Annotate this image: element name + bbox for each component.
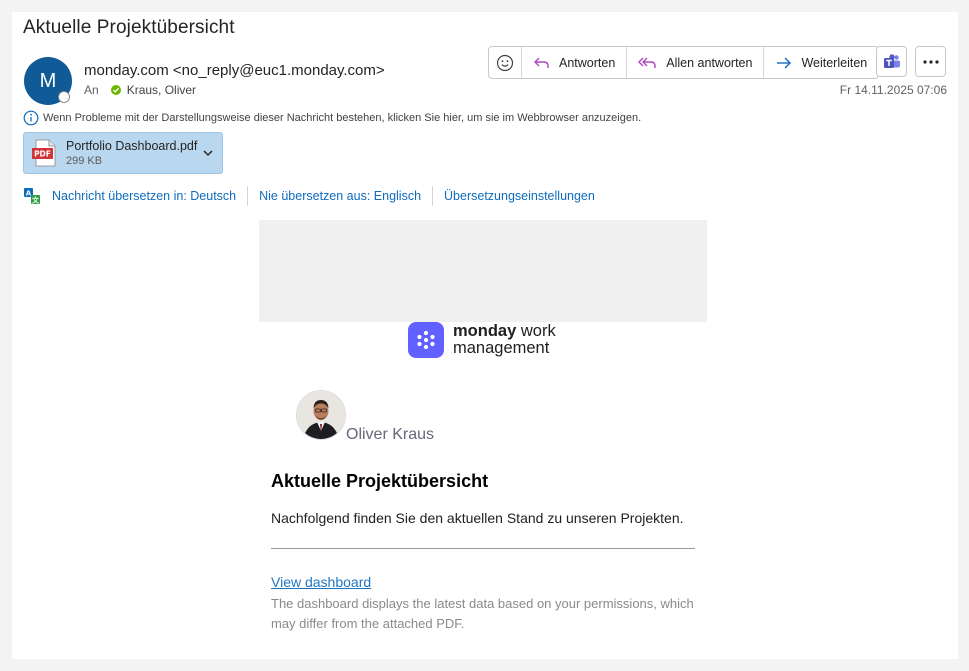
- message-actions-toolbar: Antworten Allen antworten Weiterleiten: [488, 46, 880, 79]
- sender-address[interactable]: monday.com <no_reply@euc1.monday.com>: [84, 62, 385, 79]
- chevron-down-icon[interactable]: [202, 148, 214, 158]
- attachment-name: Portfolio Dashboard.pdf: [66, 139, 198, 153]
- brand-word: work: [520, 322, 556, 340]
- more-actions-button[interactable]: [915, 46, 946, 77]
- forward-arrow-icon: [777, 57, 792, 68]
- reaction-button[interactable]: [489, 47, 522, 78]
- info-text: Wenn Probleme mit der Darstellungsweise …: [43, 112, 642, 124]
- attachment-card[interactable]: PDF Portfolio Dashboard.pdf 299 KB: [23, 132, 223, 174]
- pdf-badge: PDF: [34, 150, 51, 159]
- translate-message-link[interactable]: Nachricht übersetzen in: Deutsch: [41, 189, 247, 203]
- avatar-initial: M: [39, 69, 57, 92]
- presence-unknown-icon: [58, 91, 70, 103]
- reply-button[interactable]: Antworten: [522, 47, 628, 78]
- reading-pane: Aktuelle Projektübersicht M monday.com <…: [12, 12, 958, 659]
- brand-bold: monday: [453, 322, 517, 340]
- translation-bar: A 文 Nachricht übersetzen in: Deutsch Nie…: [23, 186, 606, 206]
- recipient-line: An Kraus, Oliver: [84, 83, 196, 97]
- svg-text:文: 文: [32, 196, 40, 205]
- teams-share-button[interactable]: [876, 46, 907, 77]
- email-header-banner: [259, 220, 707, 322]
- disclaimer-text: The dashboard displays the latest data b…: [271, 596, 694, 631]
- email-title: Aktuelle Projektübersicht: [271, 471, 489, 491]
- reply-all-button[interactable]: Allen antworten: [627, 47, 765, 78]
- smiley-icon: [496, 54, 514, 71]
- recipient-name[interactable]: Kraus, Oliver: [127, 83, 196, 97]
- author-name: Oliver Kraus: [346, 426, 435, 443]
- monday-logo-icon: [408, 322, 444, 358]
- mail-subject: Aktuelle Projektübersicht: [23, 17, 235, 38]
- received-date: Fr 14.11.2025 07:06: [839, 83, 947, 97]
- view-dashboard-link[interactable]: View dashboard: [271, 574, 371, 590]
- monday-brand: monday work management: [408, 322, 556, 358]
- pdf-file-icon: PDF: [32, 139, 56, 167]
- attachment-details: Portfolio Dashboard.pdf 299 KB: [66, 139, 197, 167]
- forward-button[interactable]: Weiterleiten: [764, 47, 878, 78]
- reply-all-label: Allen antworten: [666, 55, 753, 70]
- to-label: An: [84, 83, 99, 97]
- brand-wordmark: monday work management: [453, 323, 556, 357]
- profile-photo: [296, 390, 346, 440]
- reply-all-arrow-icon: [638, 57, 656, 68]
- reply-label: Antworten: [559, 55, 616, 70]
- display-info-bar[interactable]: Wenn Probleme mit der Darstellungsweise …: [23, 110, 641, 126]
- translate-icon: A 文: [24, 188, 40, 205]
- divider: [271, 548, 695, 549]
- attachment-size: 299 KB: [66, 155, 103, 167]
- reply-arrow-icon: [534, 57, 549, 68]
- info-icon: [23, 110, 39, 126]
- forward-label: Weiterleiten: [801, 55, 868, 70]
- presence-available-icon: [110, 85, 121, 95]
- svg-text:A: A: [26, 190, 32, 198]
- more-dots-icon: [922, 59, 939, 64]
- email-text: Nachfolgend finden Sie den aktuellen Sta…: [271, 510, 684, 526]
- never-translate-link[interactable]: Nie übersetzen aus: Englisch: [248, 189, 432, 203]
- translation-settings-link[interactable]: Übersetzungseinstellungen: [433, 189, 606, 203]
- teams-icon: [883, 53, 900, 68]
- brand-word: management: [453, 339, 550, 357]
